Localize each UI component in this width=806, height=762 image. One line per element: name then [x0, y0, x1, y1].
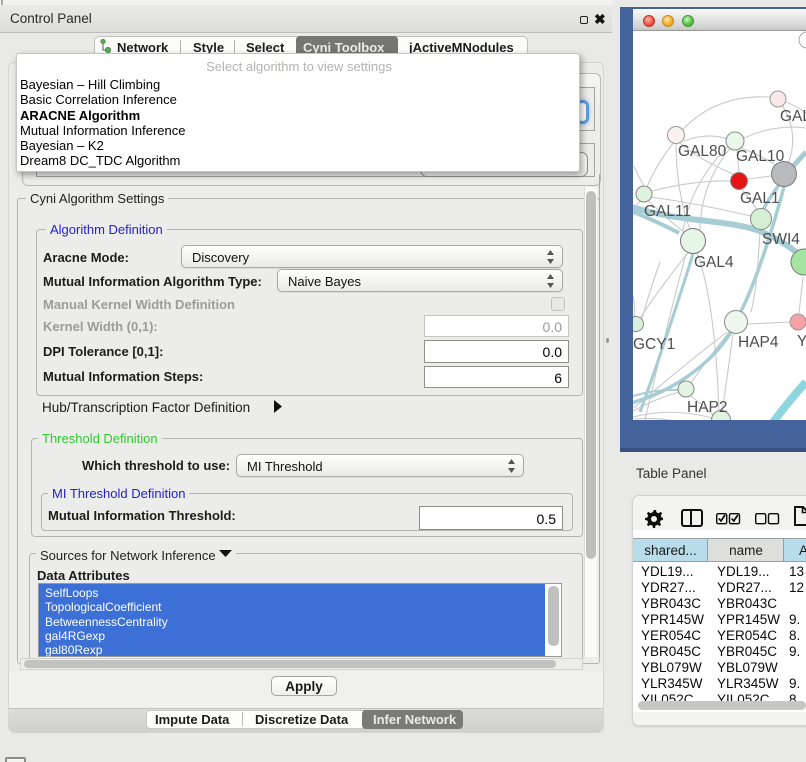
svg-text:HAP2: HAP2	[687, 399, 728, 416]
svg-text:SWI4: SWI4	[762, 231, 800, 248]
svg-text:GAL4: GAL4	[694, 254, 734, 271]
svg-text:GAL10: GAL10	[736, 148, 785, 165]
svg-text:GAL1: GAL1	[740, 190, 780, 207]
svg-text:GAL2: GAL2	[780, 108, 806, 125]
svg-text:GAL80: GAL80	[678, 143, 727, 160]
svg-text:GCY1: GCY1	[633, 336, 675, 353]
svg-text:GAL11: GAL11	[644, 203, 691, 220]
svg-text:HAP4: HAP4	[738, 334, 779, 351]
svg-text:YJ: YJ	[797, 333, 806, 350]
